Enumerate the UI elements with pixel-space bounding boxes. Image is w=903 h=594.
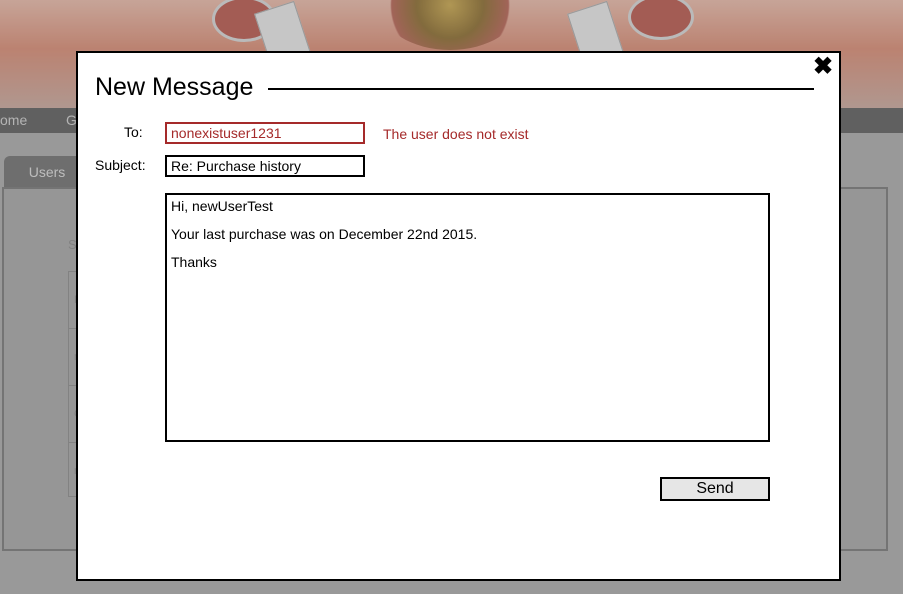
body-line: Your last purchase was on December 22nd … (171, 226, 478, 242)
subject-field[interactable]: Re: Purchase history (165, 155, 365, 177)
to-error-message: The user does not exist (383, 126, 529, 142)
close-icon[interactable]: ✖ (811, 55, 835, 79)
title-divider (268, 88, 814, 90)
body-line: Hi, newUserTest (171, 198, 273, 214)
new-message-dialog: ✖ New Message To: nonexistuser1231 The u… (76, 51, 841, 581)
message-body-textarea[interactable]: Hi, newUserTest Your last purchase was o… (165, 193, 770, 442)
body-line: Thanks (171, 254, 217, 270)
to-label: To: (124, 124, 143, 140)
to-field[interactable]: nonexistuser1231 (165, 122, 365, 144)
dialog-title: New Message (95, 73, 254, 101)
send-button[interactable]: Send (660, 477, 770, 501)
subject-label: Subject: (95, 157, 146, 173)
